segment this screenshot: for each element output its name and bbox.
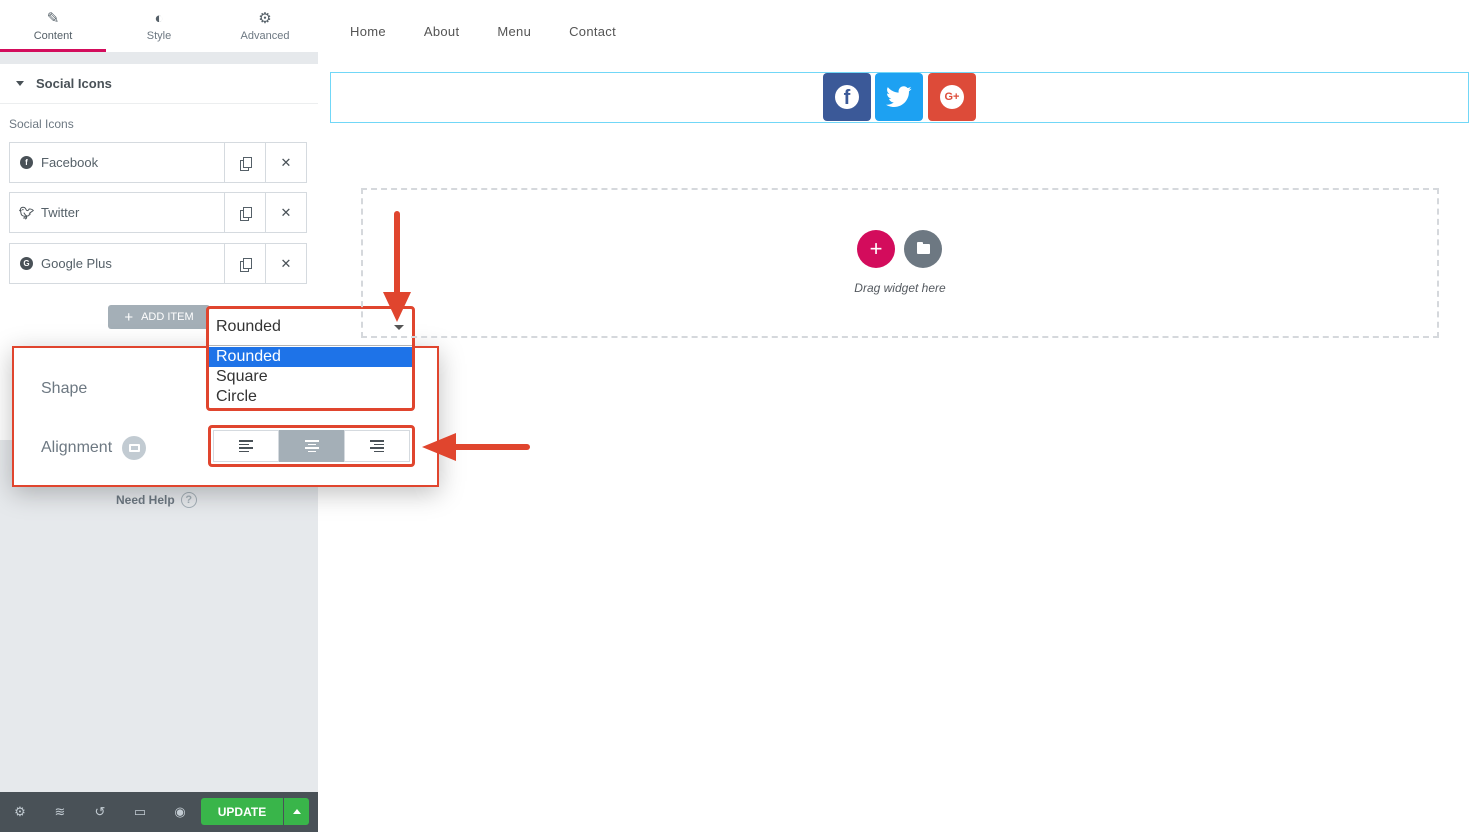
preview-eye-icon[interactable]: ◉ [160, 792, 200, 832]
repeater-item-title[interactable]: 🐦︎ Twitter [10, 193, 224, 232]
add-template-button[interactable] [904, 230, 942, 268]
pencil-icon: ✎ [46, 9, 60, 27]
facebook-icon: f [835, 85, 859, 109]
google-plus-social-button[interactable]: G+ [928, 73, 976, 121]
need-help-link[interactable]: Need Help ? [116, 492, 197, 508]
repeater-item-google-plus[interactable]: G Google Plus ✕ [9, 243, 307, 284]
alignment-label: Alignment [41, 436, 147, 460]
close-icon: ✕ [280, 154, 292, 170]
shape-option-square[interactable]: Square [209, 367, 412, 387]
plus-icon: + [869, 236, 883, 261]
align-right-button[interactable] [344, 430, 411, 462]
nav-contact[interactable]: Contact [569, 24, 616, 39]
repeater-item-facebook[interactable]: f Facebook ✕ [9, 142, 307, 183]
remove-button[interactable]: ✕ [265, 244, 306, 283]
shape-label: Shape [41, 380, 88, 397]
section-header[interactable]: Social Icons [0, 64, 318, 104]
responsive-mode-icon[interactable]: ▭ [120, 792, 160, 832]
duplicate-button[interactable] [224, 143, 265, 182]
add-item-label: ADD ITEM [141, 311, 194, 323]
google-plus-icon: G [20, 257, 33, 270]
align-center-icon [304, 440, 319, 452]
align-left-icon [238, 440, 253, 452]
section-title: Social Icons [36, 76, 112, 91]
nav-home[interactable]: Home [350, 24, 386, 39]
navigator-layers-icon[interactable]: ≋ [40, 792, 80, 832]
shape-option-circle[interactable]: Circle [209, 387, 412, 407]
repeater-item-label: Twitter [41, 205, 80, 220]
alignment-choices [208, 425, 415, 467]
shape-option-rounded[interactable]: Rounded [209, 347, 412, 367]
repeater-item-label: Google Plus [41, 256, 112, 271]
nav-menu[interactable]: Menu [497, 24, 531, 39]
update-button[interactable]: UPDATE [201, 798, 283, 825]
history-icon[interactable]: ↺ [80, 792, 120, 832]
shape-select-value: Rounded [216, 318, 281, 335]
panel-tabs: ✎ Content ◐ Style ⚙ Advanced [0, 0, 318, 52]
copy-icon [239, 206, 252, 221]
duplicate-button[interactable] [224, 244, 265, 283]
question-icon: ? [180, 492, 197, 508]
caret-up-icon [292, 809, 301, 814]
remove-button[interactable]: ✕ [265, 143, 306, 182]
copy-icon [239, 257, 252, 272]
align-center-button[interactable] [278, 430, 345, 462]
add-item-button[interactable]: + ADD ITEM [108, 305, 210, 329]
twitter-social-button[interactable] [875, 73, 923, 121]
twitter-icon [886, 86, 912, 107]
tab-content-label: Content [33, 29, 73, 42]
repeater-item-twitter[interactable]: 🐦︎ Twitter ✕ [9, 192, 307, 233]
folder-icon [916, 242, 930, 254]
repeater-item-title[interactable]: f Facebook [10, 143, 224, 182]
site-nav: Home About Menu Contact [350, 24, 616, 39]
tab-style-label: Style [146, 29, 172, 42]
alignment-label-text: Alignment [41, 439, 113, 456]
nav-about[interactable]: About [424, 24, 459, 39]
save-options-button[interactable] [284, 798, 309, 825]
duplicate-button[interactable] [224, 193, 265, 232]
gear-icon: ⚙ [258, 9, 272, 27]
repeater-item-title[interactable]: G Google Plus [10, 244, 224, 283]
tab-advanced[interactable]: ⚙ Advanced [212, 0, 318, 52]
align-left-button[interactable] [213, 430, 279, 462]
dropzone-hint: Drag widget here [854, 281, 946, 295]
google-plus-icon: G+ [940, 85, 964, 109]
add-new-section-button[interactable]: + [857, 230, 895, 268]
facebook-icon: f [20, 156, 33, 169]
plus-icon: + [124, 308, 134, 326]
remove-button[interactable]: ✕ [265, 193, 306, 232]
caret-down-icon [16, 81, 24, 86]
shape-options-list: Rounded Square Circle [209, 347, 412, 407]
twitter-icon: 🐦︎ [18, 205, 35, 220]
contrast-icon: ◐ [154, 9, 164, 27]
need-help-label: Need Help [116, 493, 175, 507]
facebook-social-button[interactable]: f [823, 73, 871, 121]
empty-section-dropzone[interactable] [361, 188, 1439, 338]
responsive-desktop-icon[interactable] [122, 436, 147, 460]
close-icon: ✕ [280, 255, 292, 271]
tabs-divider [0, 52, 318, 64]
copy-icon [239, 156, 252, 171]
close-icon: ✕ [280, 204, 292, 220]
repeater-label: Social Icons [9, 117, 74, 131]
settings-gear-icon[interactable]: ⚙ [0, 792, 40, 832]
repeater-item-label: Facebook [41, 155, 99, 170]
tab-style[interactable]: ◐ Style [106, 0, 212, 52]
tab-advanced-label: Advanced [240, 29, 290, 42]
tab-content[interactable]: ✎ Content [0, 0, 106, 52]
align-right-icon [370, 440, 385, 452]
